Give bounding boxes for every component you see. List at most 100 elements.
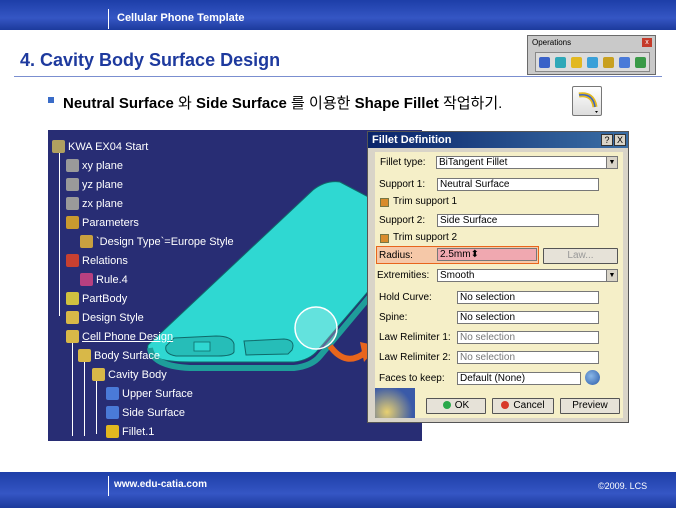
tree-node-label: Parameters: [82, 216, 139, 229]
tree-node[interactable]: Cavity Body: [92, 368, 167, 381]
geometrical-set-icon: [78, 349, 91, 362]
trim-support1-checkbox[interactable]: [380, 198, 389, 207]
geometrical-set-icon: [66, 330, 79, 343]
title-divider: [14, 76, 662, 77]
tree-node[interactable]: Side Surface: [106, 406, 185, 419]
tree-node-label: `Design Type`=Europe Style: [96, 235, 234, 248]
cancel-button[interactable]: Cancel: [492, 398, 554, 414]
shape-fillet-icon[interactable]: [572, 86, 602, 116]
support2-field[interactable]: Side Surface: [437, 214, 599, 227]
template-title: Cellular Phone Template: [117, 12, 245, 24]
law-relimiter1-label: Law Relimiter 1:: [379, 332, 451, 343]
fillet-type-label: Fillet type:: [380, 157, 426, 168]
specification-tree: KWA EX04 Start xy plane yz plane zx plan…: [48, 130, 422, 441]
tree-node[interactable]: zx plane: [66, 197, 123, 210]
fillet-definition-dialog: Fillet Definition ? X Fillet type: BiTan…: [367, 131, 629, 423]
tree-node-label: Rule.4: [96, 273, 128, 286]
relations-icon: [66, 254, 79, 267]
dialog-close-button[interactable]: X: [614, 134, 626, 146]
law-button[interactable]: Law...: [543, 248, 618, 264]
bullet-side-surface: Side Surface: [196, 95, 287, 112]
footer-url[interactable]: www.edu-catia.com: [114, 479, 207, 490]
tree-node[interactable]: Rule.4: [80, 273, 128, 286]
tree-connector: [59, 146, 60, 316]
tree-node[interactable]: xy plane: [66, 159, 123, 172]
tree-node-label: Design Style: [82, 311, 144, 324]
cancel-button-label: Cancel: [513, 400, 545, 411]
faces-to-keep-icon[interactable]: [585, 370, 600, 385]
fillet-type-select[interactable]: BiTangent Fillet ▼: [436, 156, 618, 169]
law-relimiter1-field[interactable]: No selection: [457, 331, 599, 344]
extrapolate-icon[interactable]: [619, 56, 631, 68]
tree-node-label: Relations: [82, 254, 128, 267]
extremities-label: Extremities:: [377, 270, 430, 281]
tree-node[interactable]: Fillet.1: [106, 425, 154, 438]
tree-node[interactable]: KWA EX04 Start: [52, 140, 148, 153]
hold-curve-label: Hold Curve:: [379, 292, 432, 303]
tree-node-label: Body Surface: [94, 349, 161, 362]
footer-copyright: ©2009. LCS: [598, 481, 648, 491]
tree-node[interactable]: Body Surface: [78, 349, 160, 362]
extremities-select[interactable]: Smooth ▼: [437, 269, 618, 282]
tree-node[interactable]: Parameters: [66, 216, 139, 229]
ok-button[interactable]: OK: [426, 398, 486, 414]
hold-curve-field[interactable]: No selection: [457, 291, 599, 304]
extremities-value: Smooth: [440, 270, 475, 281]
tree-node-label: KWA EX04 Start: [68, 140, 149, 153]
faces-to-keep-field[interactable]: Default (None): [457, 372, 581, 385]
cancel-icon: [501, 401, 510, 409]
ok-icon: [442, 401, 451, 409]
tree-node[interactable]: Upper Surface: [106, 387, 193, 400]
join-icon[interactable]: [538, 56, 550, 68]
fillet-icon[interactable]: [570, 56, 582, 68]
tree-node-label: zx plane: [82, 197, 123, 210]
dialog-body: Fillet type: BiTangent Fillet ▼ Support 1…: [375, 152, 623, 418]
plane-icon: [66, 197, 79, 210]
header-separator: [108, 9, 109, 29]
trim-support2-checkbox[interactable]: [380, 234, 389, 243]
tree-node-label: xy plane: [82, 159, 123, 172]
product-icon: [52, 140, 65, 153]
chevron-down-icon: ▼: [606, 270, 617, 281]
radius-field[interactable]: 2.5mm⬍: [437, 248, 537, 261]
radius-label: Radius:: [379, 250, 413, 261]
tree-node-label: PartBody: [82, 292, 128, 305]
tree-node-label: Upper Surface: [122, 387, 193, 400]
plane-icon: [66, 159, 79, 172]
tree-node-label: Cavity Body: [108, 368, 167, 381]
trim-support2-label: Trim support 2: [393, 232, 458, 243]
surface-icon: [106, 387, 119, 400]
split-icon[interactable]: [586, 56, 598, 68]
tree-connector: [84, 356, 85, 436]
tree-node[interactable]: Relations: [66, 254, 128, 267]
tree-node-label: yz plane: [82, 178, 123, 191]
slide-title: 4. Cavity Body Surface Design: [20, 50, 281, 70]
fillet-type-value: BiTangent Fillet: [439, 157, 508, 168]
spine-field[interactable]: No selection: [457, 311, 599, 324]
plane-icon: [66, 178, 79, 191]
healing-icon[interactable]: [554, 56, 566, 68]
preview-button[interactable]: Preview: [560, 398, 620, 414]
geometrical-set-icon: [92, 368, 105, 381]
tree-node[interactable]: Cell Phone Design: [66, 330, 173, 343]
geometrical-set-icon: [66, 311, 79, 324]
footer-separator: [108, 476, 109, 496]
trim-icon[interactable]: [603, 56, 615, 68]
tree-node[interactable]: `Design Type`=Europe Style: [80, 235, 234, 248]
law-relimiter2-field[interactable]: No selection: [457, 351, 599, 364]
bullet-marker: [48, 97, 54, 103]
tree-node[interactable]: Design Style: [66, 311, 144, 324]
partbody-icon: [66, 292, 79, 305]
spinner-icon[interactable]: ⬍: [471, 249, 479, 260]
dialog-decoration: [375, 388, 415, 418]
header-bar: Cellular Phone Template: [0, 0, 676, 30]
close-icon[interactable]: x: [642, 38, 652, 47]
tree-connector: [96, 374, 97, 434]
tree-node[interactable]: yz plane: [66, 178, 123, 191]
bullet-connector-2: 를 이용한: [286, 95, 355, 112]
help-button[interactable]: ?: [601, 134, 613, 146]
support1-field[interactable]: Neutral Surface: [437, 178, 599, 191]
catia-viewport[interactable]: KWA EX04 Start xy plane yz plane zx plan…: [48, 130, 422, 441]
transform-icon[interactable]: [635, 56, 647, 68]
tree-node[interactable]: PartBody: [66, 292, 127, 305]
